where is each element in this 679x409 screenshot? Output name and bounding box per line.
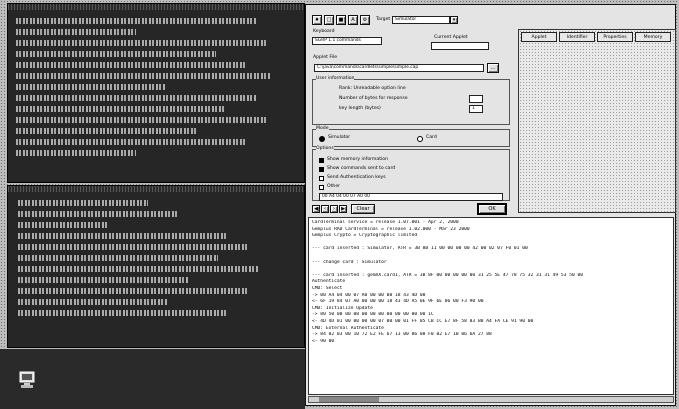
mode-group: Mode Simulator Card [312,126,510,147]
new-icon[interactable]: ♦ [312,15,322,25]
simulator-radio-label: Simulator [328,135,351,140]
tab-applet[interactable]: Applet [521,32,557,42]
log-line: --- card inserted : gemXX.card1, ATR = 3… [312,272,584,278]
user-info-line-2: Number of bytes for response [339,96,408,101]
log-area[interactable]: CardTerminal service = release 1.07.001 … [308,217,674,395]
next-button[interactable]: › [330,205,338,213]
computer-icon[interactable] [18,370,38,390]
ok-button[interactable]: OK [477,203,507,215]
card-radio-label: Card [426,135,437,140]
last-button[interactable]: ▶ [339,205,347,213]
log-line: Authenticate [312,279,346,285]
mode-label: Mode [316,126,329,132]
option-4-checkbox[interactable] [319,185,324,190]
log-line: <- 6F 19 84 07 A0 00 00 00 18 43 4D A5 0… [312,299,484,305]
log-line: -> 84 82 03 00 10 72 E2 FE 67 13 00 86 0… [312,332,492,338]
log-line: <- 4D 4D 01 00 00 00 00 07 00 00 01 FF 0… [312,318,534,324]
card-radio[interactable] [417,136,423,142]
console-window-bottom[interactable] [7,185,305,348]
tab-properties[interactable]: Properties [597,32,633,42]
target-select[interactable]: Simulator [392,16,450,24]
chevron-down-icon[interactable]: ▾ [450,16,458,24]
option-3-label: Send Authentication keys [327,175,386,180]
scrollbar-thumb[interactable] [319,397,379,402]
log-line: Gemplus RAD CardTerminal = release 1.02.… [312,226,470,232]
current-applet-label: Current Applet [434,35,468,40]
current-applet-select[interactable] [431,42,489,50]
right-pane: Applet Identifier Properties Memory [518,29,676,213]
browse-button[interactable]: ... [487,63,499,73]
open-icon[interactable]: □ [324,15,334,25]
console-output [16,18,286,161]
log-line: CMD: Initialize Update [312,305,373,311]
font-icon[interactable]: A [348,15,358,25]
keyboard-label: Keyboard [313,29,335,34]
user-info-line-1: Rank: Unreadable option line [339,86,406,91]
console-bottom-output [18,200,288,321]
app-window[interactable]: ♦ □ ■ A ⚙ Target Simulator ▾ Keyboard SG… [305,4,676,406]
first-button[interactable]: ◀ [312,205,320,213]
apdu-field[interactable]: 00 A4 04 00 07 A0 00 [319,193,503,201]
log-line: --- card inserted : Simulator, ATR = 3B … [312,246,528,252]
log-line: -> 80 50 00 00 08 00 00 00 00 00 00 00 0… [312,312,434,318]
log-line: CMD: Select [312,285,343,291]
log-line: CardTerminal service = release 1.07.001 … [312,220,459,225]
log-scrollbar[interactable] [308,396,674,403]
options-group: Options Show memory information Show com… [312,146,510,201]
option-2-label: Show commands sent to card [327,166,396,171]
console-bottom-titlebar[interactable] [8,186,304,192]
option-1-checkbox[interactable] [319,158,324,163]
option-3-checkbox[interactable] [319,176,324,181]
user-info-line-3: key length (bytes) [339,106,381,111]
response-bytes-field[interactable] [469,95,483,103]
options-label: Options [316,146,334,152]
log-lines: CardTerminal service = release 1.07.001 … [312,220,670,345]
user-info-label: User information [316,76,355,82]
option-2-checkbox[interactable] [319,167,324,172]
applet-file-label: Applet File [313,55,338,60]
simulator-radio[interactable] [319,136,325,142]
key-length-field[interactable]: 1 [469,105,483,113]
log-line: -> 00 A4 04 00 07 A0 00 00 00 18 43 4D 0… [312,292,426,298]
clear-button[interactable]: Clear [351,204,375,214]
console-titlebar[interactable] [8,4,304,10]
user-info-group: User information Rank: Unreadable option… [312,76,510,125]
tab-memory[interactable]: Memory [635,32,671,42]
toolbar: ♦ □ ■ A ⚙ Target Simulator ▾ [306,13,518,27]
option-4-label: Other [327,184,341,189]
form-panel: Keyboard SGRP 1.1 commands Current Apple… [309,29,515,215]
log-line: <- 90 00 [312,338,335,344]
save-icon[interactable]: ■ [336,15,346,25]
taskbar-left [0,349,305,409]
applet-path-field[interactable]: C:\java\commands\cardlets\simple\simple.… [314,64,484,72]
target-label: Target [376,17,391,22]
prev-button[interactable]: ‹ [321,205,329,213]
log-line: Gemplus Crypto = Cryptographic limited [312,233,418,239]
log-line: --- change card : Simulator [312,259,387,265]
keyboard-select[interactable]: SGRP 1.1 commands [312,37,382,45]
settings-icon[interactable]: ⚙ [360,15,370,25]
console-window-top[interactable] [7,3,305,183]
log-line: CMD: External Authenticate [312,325,384,331]
tab-identifier[interactable]: Identifier [559,32,595,42]
option-1-label: Show memory information [327,157,389,162]
